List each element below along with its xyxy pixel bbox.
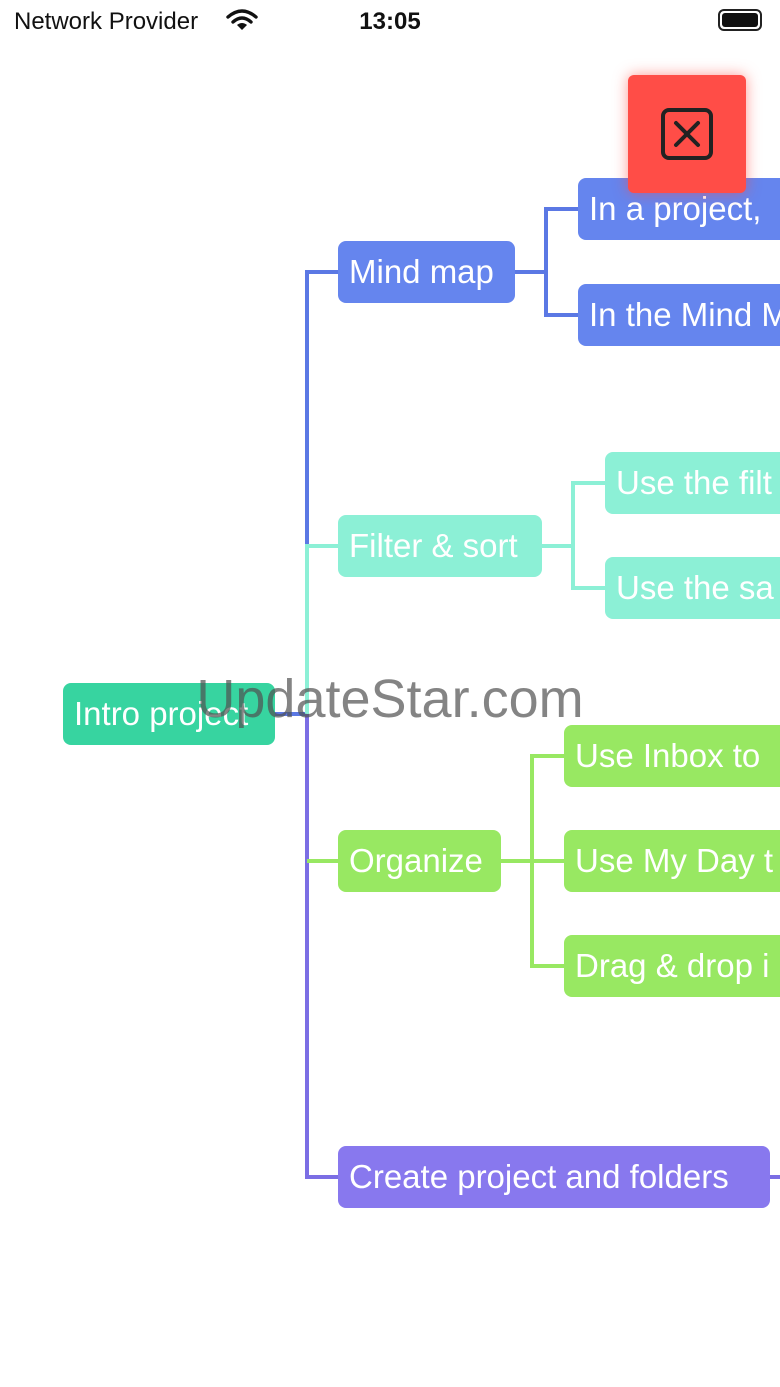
node-create-project[interactable]: Create project and folders bbox=[338, 1146, 770, 1208]
node-mind-map-child-2[interactable]: In the Mind M bbox=[578, 284, 780, 346]
mind-map-canvas[interactable]: Intro project Mind map In a project, In … bbox=[0, 0, 780, 1387]
node-filter-sort-child-2[interactable]: Use the sa bbox=[605, 557, 780, 619]
node-filter-sort-child-1[interactable]: Use the filt bbox=[605, 452, 780, 514]
node-mind-map[interactable]: Mind map bbox=[338, 241, 515, 303]
node-organize[interactable]: Organize bbox=[338, 830, 501, 892]
close-box-icon bbox=[661, 108, 713, 160]
node-organize-child-3[interactable]: Drag & drop i bbox=[564, 935, 780, 997]
node-organize-child-2[interactable]: Use My Day t bbox=[564, 830, 780, 892]
node-filter-sort[interactable]: Filter & sort bbox=[338, 515, 542, 577]
root-node[interactable]: Intro project bbox=[63, 683, 275, 745]
delete-button[interactable] bbox=[628, 75, 746, 193]
node-organize-child-1[interactable]: Use Inbox to bbox=[564, 725, 780, 787]
